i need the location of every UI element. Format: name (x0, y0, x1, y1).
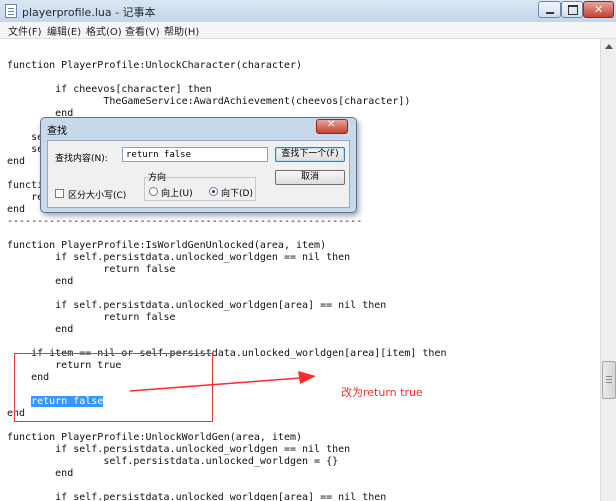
code-line[interactable]: ----------------------------------------… (7, 216, 447, 228)
find-next-button[interactable]: 查找下一个(F) (275, 147, 345, 162)
menu-file[interactable]: 文件(F) (8, 23, 42, 38)
code-line[interactable] (7, 480, 447, 492)
vertical-scrollbar[interactable] (600, 39, 616, 501)
code-line[interactable]: if self.persistdata.unlocked_worldgen ==… (7, 444, 447, 456)
direction-up-label[interactable]: 向上(U) (161, 186, 193, 199)
scroll-up-arrow-icon[interactable] (601, 39, 616, 54)
code-line[interactable]: TheGameService:AwardAchievement(cheevos[… (7, 96, 447, 108)
code-line[interactable] (7, 48, 447, 60)
code-line[interactable] (7, 72, 447, 84)
menu-edit[interactable]: 编辑(E) (47, 23, 81, 38)
direction-down-label[interactable]: 向下(D) (221, 186, 253, 199)
code-line[interactable]: return false (7, 312, 447, 324)
match-case-checkbox[interactable] (55, 189, 64, 198)
code-line[interactable]: self.persistdata.unlocked_worldgen = {} (7, 456, 447, 468)
annotation-note: 改为return true (341, 386, 423, 399)
notepad-icon (5, 4, 17, 18)
find-what-input[interactable] (122, 147, 268, 162)
scroll-thumb[interactable] (602, 361, 616, 399)
code-line[interactable]: function PlayerProfile:UnlockCharacter(c… (7, 60, 447, 72)
code-line[interactable]: end (7, 324, 447, 336)
find-dialog-body: 查找内容(N): 查找下一个(F) 取消 方向 向上(U) 向下(D) 区分大小… (47, 140, 350, 208)
direction-label: 方向 (148, 173, 167, 183)
match-case-label[interactable]: 区分大小写(C) (68, 188, 126, 201)
code-line[interactable]: if cheevos[character] then (7, 84, 447, 96)
text-editor[interactable]: function PlayerProfile:UnlockCharacter(c… (0, 39, 600, 501)
find-dialog: 查找 查找内容(N): 查找下一个(F) 取消 方向 向上(U) 向下(D) 区… (40, 117, 357, 213)
menu-format[interactable]: 格式(O) (86, 23, 122, 38)
find-dialog-title: 查找 (47, 126, 67, 137)
menu-help[interactable]: 帮助(H) (164, 23, 199, 38)
menu-view[interactable]: 查看(V) (125, 23, 160, 38)
maximize-button[interactable] (561, 1, 583, 18)
cancel-button[interactable]: 取消 (275, 170, 345, 185)
code-line[interactable]: end (7, 276, 447, 288)
find-dialog-close-button[interactable] (316, 119, 348, 134)
window-title: playerprofile.lua - 记事本 (22, 6, 156, 19)
code-line[interactable] (7, 228, 447, 240)
code-text[interactable]: function PlayerProfile:UnlockCharacter(c… (7, 48, 447, 501)
direction-up-radio[interactable] (149, 187, 158, 196)
title-bar: playerprofile.lua - 记事本 (0, 0, 616, 23)
code-line[interactable] (7, 288, 447, 300)
annotation-highlight-box (14, 353, 213, 422)
minimize-button[interactable] (538, 1, 561, 18)
code-line[interactable]: if self.persistdata.unlocked_worldgen ==… (7, 252, 447, 264)
menu-bar: 文件(F) 编辑(E) 格式(O) 查看(V) 帮助(H) (0, 22, 616, 39)
code-line[interactable]: function PlayerProfile:IsWorldGenUnlocke… (7, 240, 447, 252)
direction-down-radio[interactable] (209, 187, 218, 196)
code-line[interactable]: if self.persistdata.unlocked_worldgen[ar… (7, 492, 447, 501)
code-line[interactable]: return false (7, 264, 447, 276)
code-line[interactable]: if self.persistdata.unlocked_worldgen[ar… (7, 300, 447, 312)
code-line[interactable] (7, 336, 447, 348)
code-line[interactable]: end (7, 468, 447, 480)
close-button[interactable] (583, 1, 614, 18)
find-what-label: 查找内容(N): (55, 154, 108, 164)
code-line[interactable]: function PlayerProfile:UnlockWorldGen(ar… (7, 432, 447, 444)
